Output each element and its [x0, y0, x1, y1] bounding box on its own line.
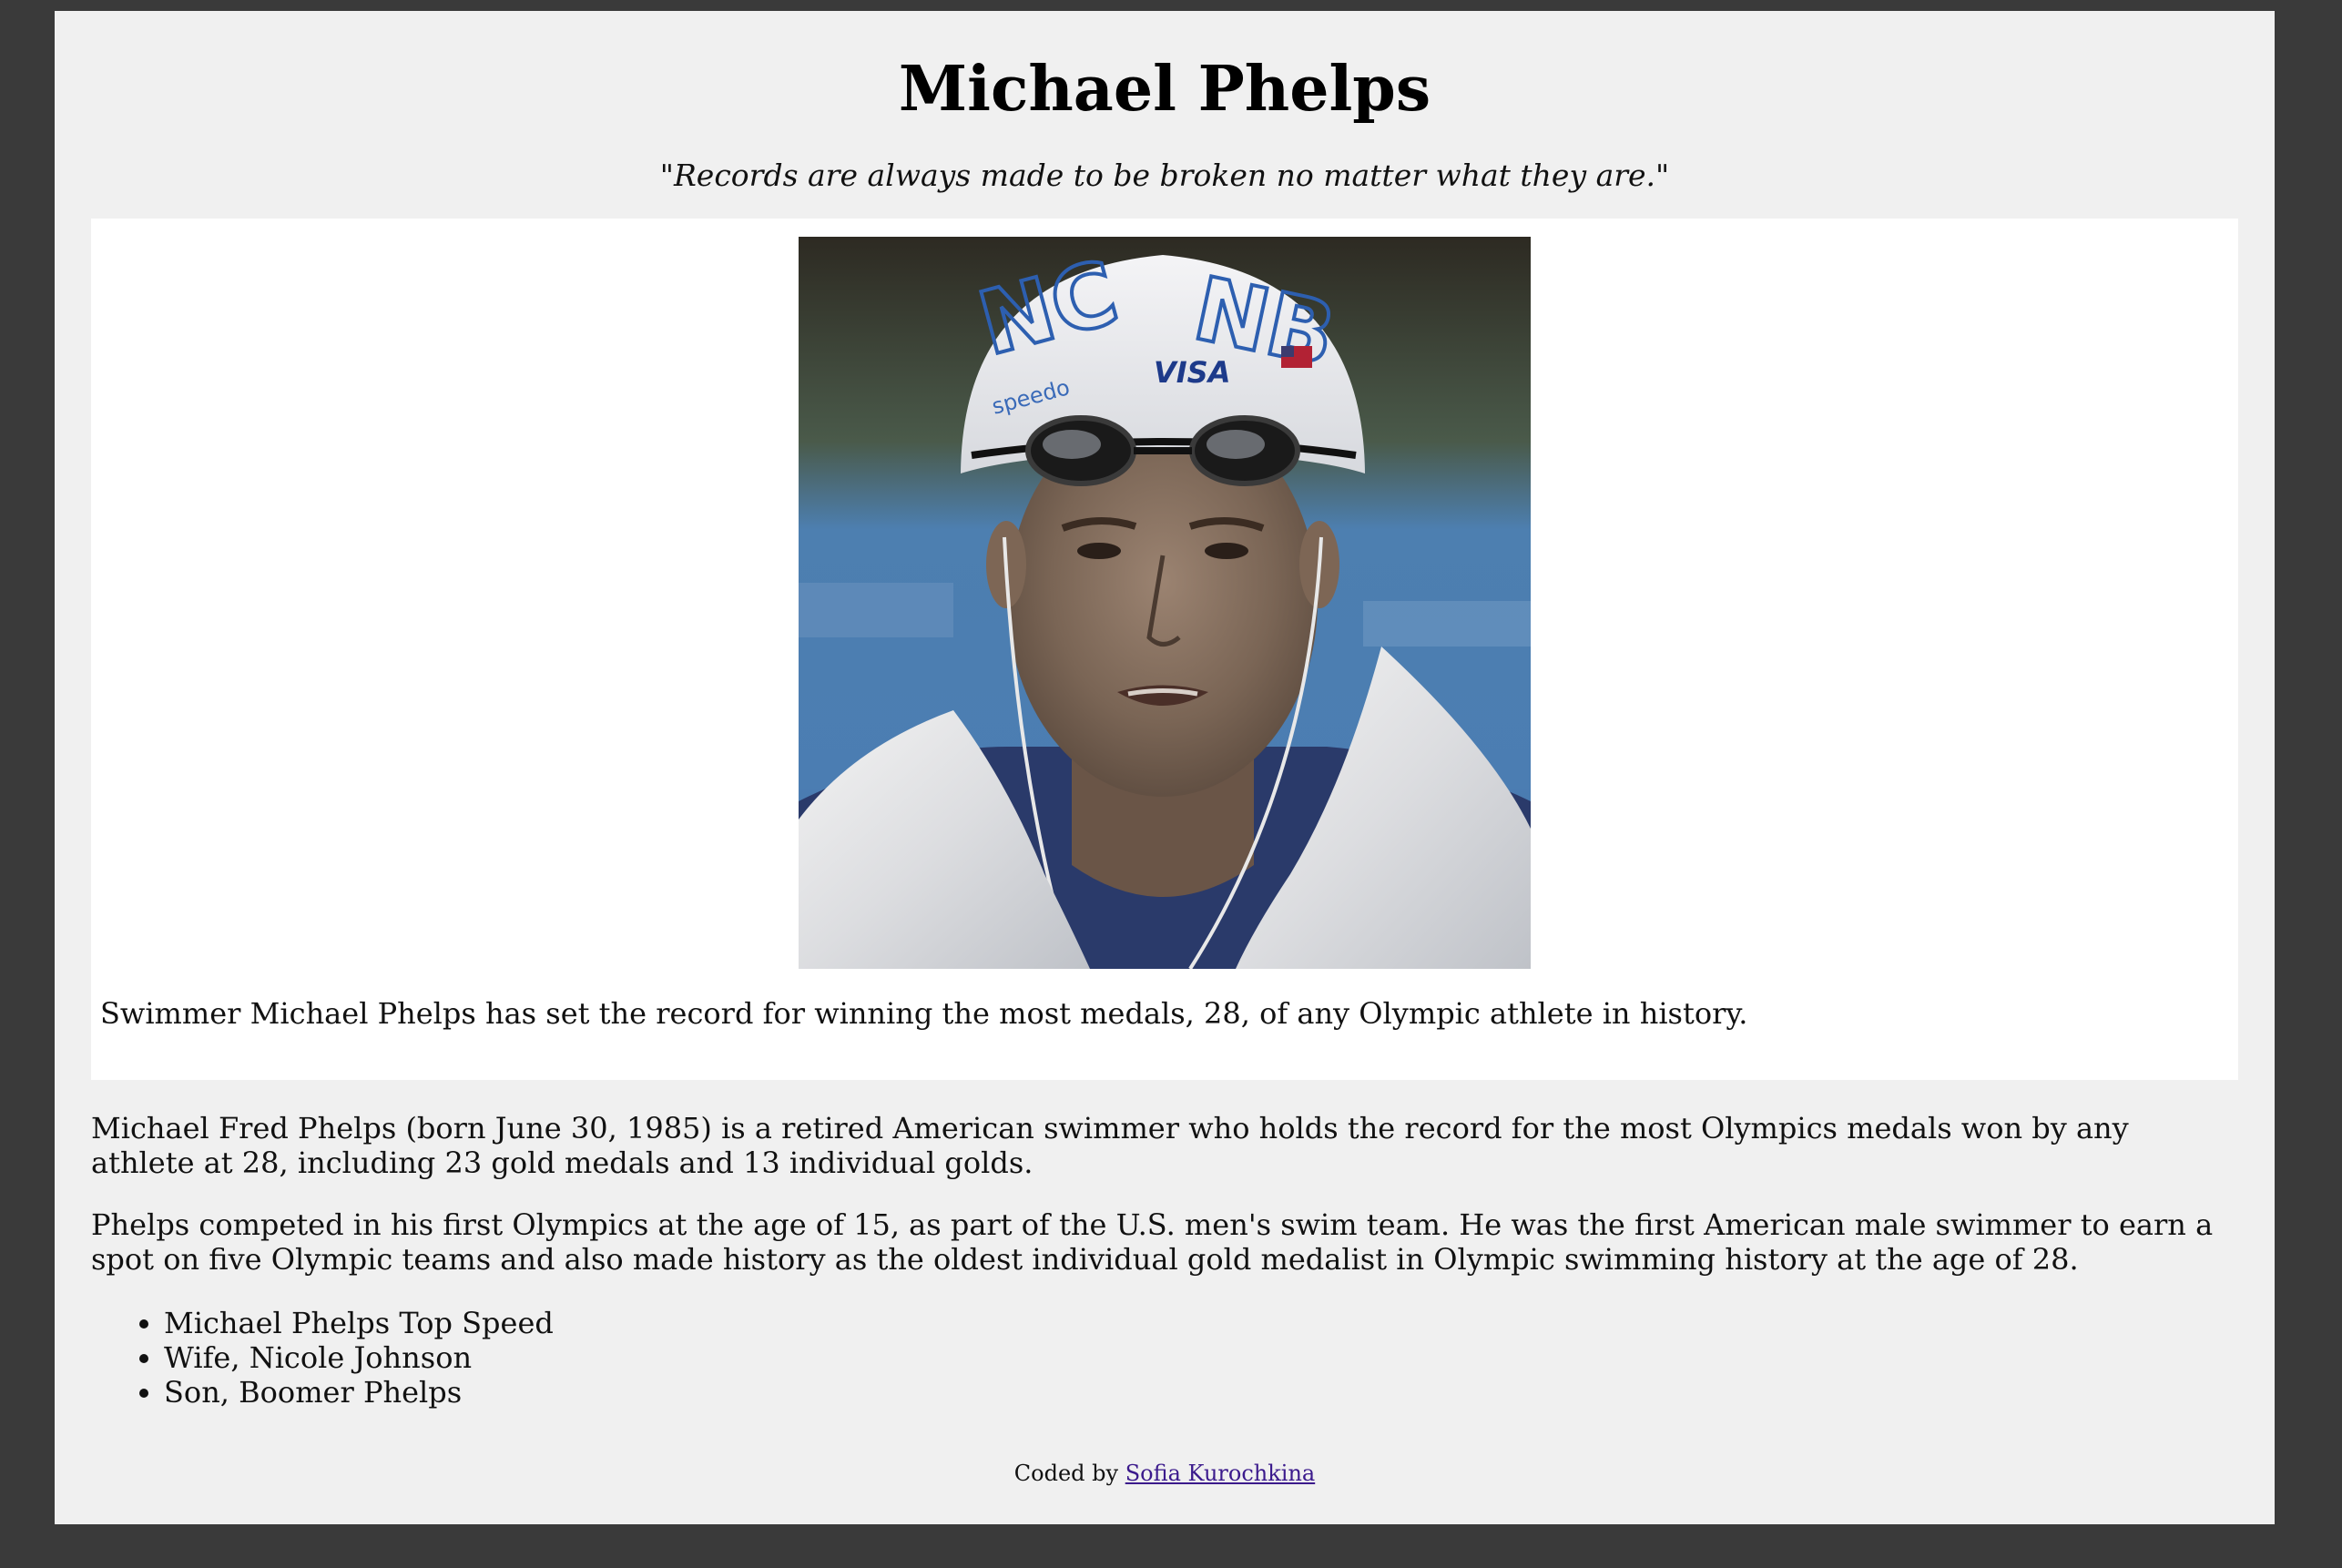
michael-phelps-photo: NC NB speedo VISA	[799, 237, 1531, 969]
tagline-quote: "Records are always made to be broken no…	[659, 158, 1670, 193]
footer-prefix: Coded by	[1013, 1461, 1125, 1486]
page-title: Michael Phelps	[898, 53, 1431, 126]
author-link[interactable]: Sofia Kurochkina	[1125, 1461, 1316, 1486]
footer: Coded by Sofia Kurochkina	[55, 1459, 2275, 1488]
facts-list: Michael Phelps Top Speed Wife, Nicole Jo…	[91, 1306, 2238, 1410]
bio-paragraph-2: Phelps competed in his first Olympics at…	[91, 1207, 2214, 1277]
image-caption: Swimmer Michael Phelps has set the recor…	[100, 996, 1748, 1031]
bio-paragraph-1: Michael Fred Phelps (born June 30, 1985)…	[91, 1111, 2129, 1180]
main-container: Michael Phelps "Records are always made …	[55, 11, 2275, 1524]
image-wrapper: NC NB speedo VISA Swimmer Michael Phelps…	[91, 219, 2238, 1080]
list-item: Son, Boomer Phelps	[164, 1375, 2238, 1410]
list-item: Michael Phelps Top Speed	[164, 1306, 2238, 1340]
svg-text:VISA: VISA	[1154, 355, 1230, 390]
list-item: Wife, Nicole Johnson	[164, 1340, 2238, 1375]
